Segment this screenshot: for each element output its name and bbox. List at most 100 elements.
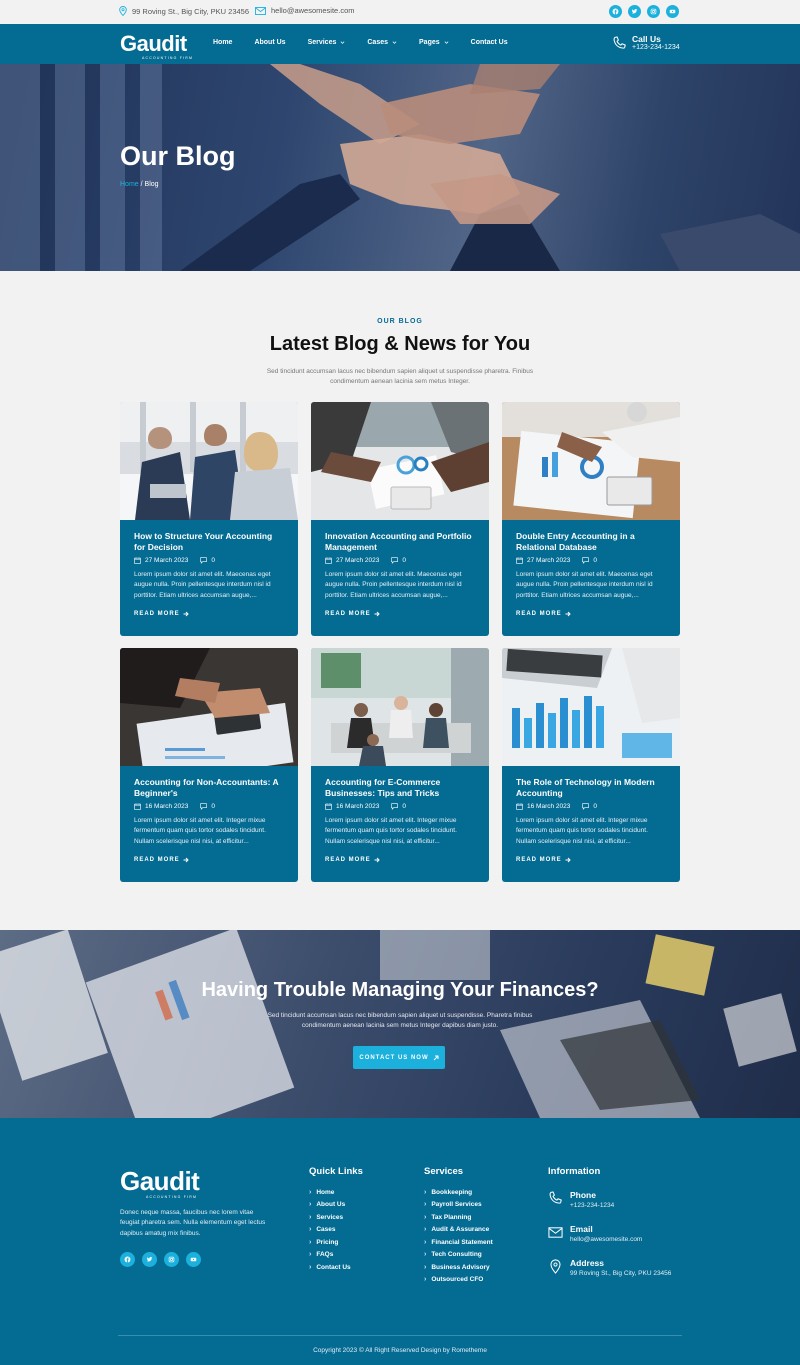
topbar-email[interactable]: hello@awesomesite.com: [255, 6, 354, 15]
footer-phone[interactable]: Phone +123-234-1234: [548, 1190, 614, 1209]
blog-card[interactable]: Accounting for Non-Accountants: A Beginn…: [120, 648, 298, 882]
blog-card-title[interactable]: Accounting for Non-Accountants: A Beginn…: [134, 777, 284, 799]
logo-tagline: ACCOUNTING FIRM: [142, 56, 194, 60]
blog-card-title[interactable]: How to Structure Your Accounting for Dec…: [134, 531, 284, 553]
footer-link[interactable]: › Contact Us: [309, 1261, 351, 1274]
read-more-label: READ MORE: [516, 857, 562, 864]
twitter-icon[interactable]: [142, 1252, 157, 1267]
blog-card-image[interactable]: [120, 402, 298, 520]
blog-card-date: 16 March 2023: [336, 803, 380, 810]
footer-address-text: Address 99 Roving St., Big City, PKU 2345…: [570, 1258, 671, 1277]
cta-title: Having Trouble Managing Your Finances?: [201, 979, 599, 1001]
footer-email-value: hello@awesomesite.com: [570, 1236, 643, 1243]
blog-card-comments: 0: [402, 557, 406, 564]
nav-contact[interactable]: Contact Us: [471, 39, 508, 46]
footer-phone-text: Phone +123-234-1234: [570, 1190, 614, 1209]
arrow-right-icon: [374, 857, 380, 863]
call-us-number: +123-234-1234: [632, 44, 680, 52]
nav-cases[interactable]: Cases: [367, 39, 397, 46]
blog-card-meta: 16 March 2023 0: [516, 803, 666, 810]
calendar-icon: [325, 557, 332, 564]
read-more-link[interactable]: READ MORE: [134, 857, 284, 863]
footer-service-label: Financial Statement: [431, 1238, 493, 1246]
read-more-link[interactable]: READ MORE: [325, 611, 475, 617]
footer-service-link[interactable]: › Tax Planning: [424, 1211, 493, 1224]
call-us-block[interactable]: Call Us +123-234-1234: [612, 34, 680, 52]
blog-card-excerpt: Lorem ipsum dolor sit amet elit. Integer…: [325, 817, 457, 845]
nav-home[interactable]: Home: [213, 39, 232, 46]
information-title: Information: [548, 1166, 601, 1177]
arrow-right-icon: [183, 857, 189, 863]
comment-icon: [200, 803, 208, 810]
nav-services[interactable]: Services: [308, 39, 346, 46]
footer-logo[interactable]: Gaudit ACCOUNTING FIRM: [120, 1168, 200, 1199]
footer-email[interactable]: Email hello@awesomesite.com: [548, 1224, 642, 1243]
blog-card[interactable]: Double Entry Accounting in a Relational …: [502, 402, 680, 636]
page-hero: Our Blog Home / Blog: [0, 64, 800, 271]
footer-link[interactable]: › Cases: [309, 1224, 351, 1237]
footer-link[interactable]: › About Us: [309, 1199, 351, 1212]
footer-link[interactable]: › FAQs: [309, 1249, 351, 1262]
topbar-email-text[interactable]: hello@awesomesite.com: [271, 6, 354, 15]
nav-pages[interactable]: Pages: [419, 39, 449, 46]
footer-link[interactable]: › Services: [309, 1211, 351, 1224]
blog-card-title[interactable]: Accounting for E-Commerce Businesses: Ti…: [325, 777, 475, 799]
site-logo[interactable]: Gaudit ACCOUNTING FIRM: [120, 33, 194, 61]
blog-card-image[interactable]: [502, 648, 680, 766]
instagram-icon[interactable]: [647, 5, 660, 18]
footer-link-label: Contact Us: [316, 1263, 351, 1271]
footer-service-link[interactable]: › Audit & Assurance: [424, 1224, 493, 1237]
footer-link-label: Services: [316, 1213, 344, 1221]
footer-divider: [118, 1335, 682, 1336]
blog-card[interactable]: Accounting for E-Commerce Businesses: Ti…: [311, 648, 489, 882]
read-more-link[interactable]: READ MORE: [325, 857, 475, 863]
blog-card-image[interactable]: [120, 648, 298, 766]
calendar-icon: [134, 803, 141, 810]
footer-phone-value: +123-234-1234: [570, 1202, 615, 1209]
footer-service-label: Business Advisory: [431, 1263, 490, 1271]
blog-card[interactable]: How to Structure Your Accounting for Dec…: [120, 402, 298, 636]
twitter-icon[interactable]: [628, 5, 641, 18]
blog-card-image[interactable]: [311, 402, 489, 520]
youtube-icon[interactable]: [666, 5, 679, 18]
nav-menu: Home About Us Services Cases Pages Conta…: [213, 39, 530, 46]
breadcrumb-home[interactable]: Home: [120, 181, 139, 188]
instagram-icon[interactable]: [164, 1252, 179, 1267]
nav-about[interactable]: About Us: [254, 39, 285, 46]
footer-link-label: About Us: [316, 1201, 346, 1209]
read-more-label: READ MORE: [325, 611, 371, 618]
blog-card[interactable]: The Role of Technology in Modern Account…: [502, 648, 680, 882]
read-more-link[interactable]: READ MORE: [516, 857, 666, 863]
blog-card-title[interactable]: Innovation Accounting and Portfolio Mana…: [325, 531, 475, 553]
youtube-icon[interactable]: [186, 1252, 201, 1267]
read-more-link[interactable]: READ MORE: [516, 611, 666, 617]
footer-address: Address 99 Roving St., Big City, PKU 2345…: [548, 1258, 671, 1277]
footer-service-link[interactable]: › Financial Statement: [424, 1236, 493, 1249]
footer-service-link[interactable]: › Business Advisory: [424, 1261, 493, 1274]
footer-link[interactable]: › Pricing: [309, 1236, 351, 1249]
blog-card-comments: 0: [593, 557, 597, 564]
footer-service-link[interactable]: › Outsourced CFO: [424, 1274, 493, 1287]
facebook-icon[interactable]: [609, 5, 622, 18]
blog-card-image[interactable]: [502, 402, 680, 520]
footer-service-link[interactable]: › Bookkeeping: [424, 1186, 493, 1199]
blog-card-title[interactable]: Double Entry Accounting in a Relational …: [516, 531, 666, 553]
blog-card-image[interactable]: [311, 648, 489, 766]
footer-service-link[interactable]: › Payroll Services: [424, 1199, 493, 1212]
contact-us-button-label: CONTACT US NOW: [359, 1054, 429, 1061]
cta-description: Sed tincidunt accumsan lacus nec bibendu…: [267, 1012, 533, 1030]
comment-icon: [391, 557, 399, 564]
services-list: › Bookkeeping › Payroll Services › Tax Plan…: [424, 1186, 493, 1286]
blog-card[interactable]: Innovation Accounting and Portfolio Mana…: [311, 402, 489, 636]
facebook-icon[interactable]: [120, 1252, 135, 1267]
footer-logo-tagline: ACCOUNTING FIRM: [146, 1195, 198, 1199]
blog-card-excerpt: Lorem ipsum dolor sit amet elit. Integer…: [516, 817, 648, 845]
footer-service-link[interactable]: › Tech Consulting: [424, 1249, 493, 1262]
services-title: Services: [424, 1166, 464, 1177]
footer-link[interactable]: › Home: [309, 1186, 351, 1199]
read-more-link[interactable]: READ MORE: [134, 611, 284, 617]
cta-banner: Having Trouble Managing Your Finances? S…: [0, 930, 800, 1118]
chevron-down-icon: [444, 41, 449, 44]
contact-us-button[interactable]: CONTACT US NOW: [353, 1046, 445, 1069]
blog-card-title[interactable]: The Role of Technology in Modern Account…: [516, 777, 666, 799]
